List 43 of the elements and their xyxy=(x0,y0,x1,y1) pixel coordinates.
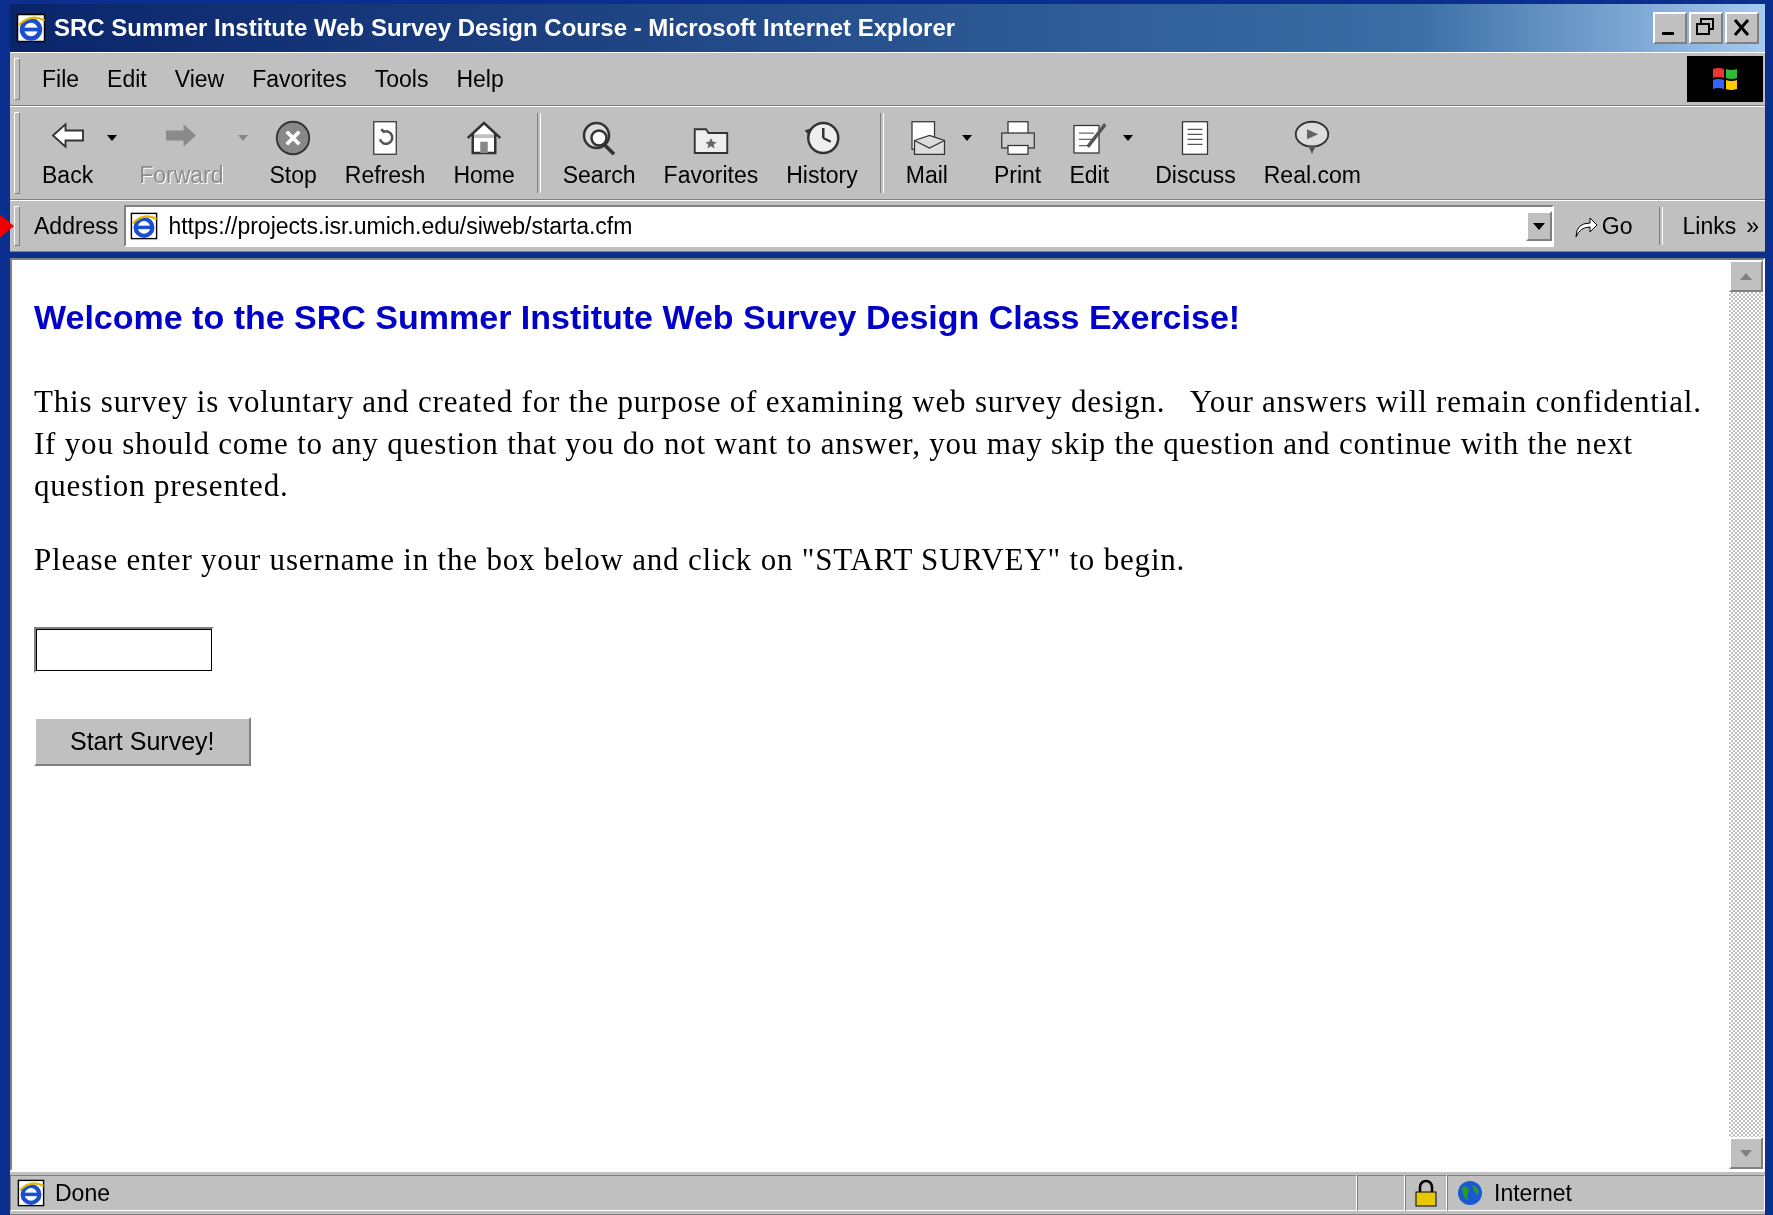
menu-item[interactable]: Favorites xyxy=(238,65,361,93)
toolbar-button[interactable]: Search xyxy=(548,115,650,191)
paragraph: This survey is voluntary and created for the purpose of examining web survey design. Your answers will remain confidential. If you should come to any question that you do not want to answer, you may skip the question and continue with the next question presented. xyxy=(34,383,1703,505)
url-text: https://projects.isr.umich.edu/siweb/starta.cfm xyxy=(168,212,634,240)
toolbar-button[interactable]: Edit xyxy=(1055,115,1124,191)
page-icon xyxy=(17,1179,45,1207)
status-text: Done xyxy=(55,1179,110,1207)
page-heading: Welcome to the SRC Summer Institute Web Survey Design Class Exercise! xyxy=(34,298,1242,337)
toolbar-button[interactable]: Favorites xyxy=(649,115,773,191)
dropdown-arrow-icon[interactable] xyxy=(961,135,972,141)
toolbar-button[interactable]: History xyxy=(772,115,872,191)
menu-item[interactable]: View xyxy=(160,65,239,93)
menu-item[interactable]: File xyxy=(28,65,94,93)
menu-item[interactable]: Edit xyxy=(93,65,161,93)
toolbar-button[interactable]: Back xyxy=(28,115,108,191)
minimize-icon[interactable] xyxy=(1653,12,1687,44)
dropdown-arrow-icon[interactable] xyxy=(107,135,118,141)
address-label: Address xyxy=(34,212,119,240)
toolbar-button[interactable]: Home xyxy=(439,115,529,191)
globe-icon xyxy=(1456,1179,1484,1207)
restore-icon[interactable] xyxy=(1689,12,1723,44)
links-button[interactable]: Links » xyxy=(1676,212,1765,240)
start-survey-button[interactable]: Start Survey! xyxy=(34,717,251,766)
menu-item[interactable]: Help xyxy=(442,65,518,93)
page-icon xyxy=(130,212,159,240)
paragraph: Please enter your username in the box below and click on "START SURVEY" to begin. xyxy=(34,541,1187,579)
pointer-arrow-icon xyxy=(0,213,14,239)
toolbar-button[interactable]: Print xyxy=(979,115,1056,191)
toolbar-button[interactable]: Refresh xyxy=(330,115,440,191)
toolbar-button[interactable]: Discuss xyxy=(1141,115,1250,191)
toolbar-button[interactable]: Mail xyxy=(891,115,962,191)
menu-item[interactable]: Tools xyxy=(360,65,443,93)
close-icon[interactable] xyxy=(1725,12,1759,44)
lock-icon xyxy=(1414,1179,1438,1207)
toolbar-button[interactable]: Real.com xyxy=(1249,115,1375,191)
address-field[interactable]: https://projects.isr.umich.edu/siweb/starta.cfm xyxy=(124,205,1554,247)
toolbar-button[interactable]: Stop xyxy=(255,115,331,191)
browser-icon xyxy=(16,13,46,43)
dropdown-arrow-icon[interactable] xyxy=(1123,135,1134,141)
go-button[interactable]: Go xyxy=(1559,212,1645,240)
window-title: SRC Summer Institute Web Survey Design Course - Microsoft Internet Explorer xyxy=(54,14,957,42)
zone-text: Internet xyxy=(1494,1179,1572,1207)
username-field[interactable] xyxy=(34,627,214,673)
